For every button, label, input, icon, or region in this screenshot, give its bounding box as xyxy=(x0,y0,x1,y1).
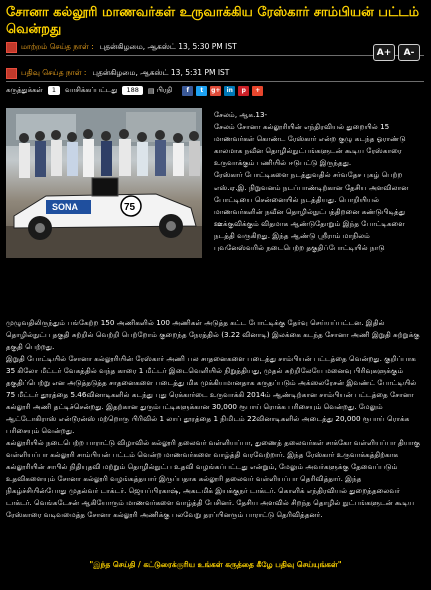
reads-count: 188 xyxy=(122,86,143,95)
article-paragraph: சேலம் சோனா கல்லூரியின் எந்திரவியல் துறைய… xyxy=(214,122,406,168)
google-plus-icon[interactable]: g+ xyxy=(210,85,222,96)
article-stats-bar: கருத்துக்கள் 1 வாசிக்கப்பட்டது 188 ▤ பிர… xyxy=(6,84,424,97)
modified-label: மாற்றம் செய்த நாள் : xyxy=(21,42,94,51)
race-car-team-photo: SONA 75 xyxy=(6,108,202,258)
article-body-full: முழுவதிலிருந்தும் பங்கேற்ற 150 அணிகளில் … xyxy=(6,317,424,521)
print-icon[interactable]: ▤ xyxy=(148,87,155,95)
divider xyxy=(6,81,424,82)
linkedin-icon[interactable]: in xyxy=(224,85,236,96)
dateline: சேலம், ஆக.13- xyxy=(214,110,268,119)
car-brand-label: SONA xyxy=(52,202,79,212)
comments-count: 1 xyxy=(47,86,61,95)
pinterest-icon[interactable]: p xyxy=(238,85,250,96)
comment-prompt[interactable]: "இந்த செய்தி / கட்டுரைக்குரிய உங்கள் கரு… xyxy=(0,560,431,570)
reads-label: வாசிக்கப்பட்டது xyxy=(65,86,118,94)
facebook-icon[interactable]: f xyxy=(182,85,194,96)
share-more-icon[interactable]: + xyxy=(252,85,264,96)
modified-date-row: மாற்றம் செய்த நாள் : புதன்கிழமை, ஆகஸ்ட் … xyxy=(6,40,237,54)
social-share-buttons: f t g+ in p + xyxy=(182,85,264,96)
divider xyxy=(6,55,424,56)
article-paragraph: ரேஸ்கார் போட்டிகளை நடத்துவதில் சர்வதேச ப… xyxy=(214,170,409,253)
article-paragraph: முழுவதிலிருந்தும் பங்கேற்ற 150 அணிகளில் … xyxy=(6,318,420,351)
calendar-icon xyxy=(6,41,17,53)
article-paragraph: இறுதி போட்டியில் சோனா கல்லூரியின் ரேஸ்கா… xyxy=(6,354,417,435)
comments-label[interactable]: கருத்துக்கள் xyxy=(6,86,43,95)
published-value: புதன்கிழமை, ஆகஸ்ட் 13, 5:31 PM IST xyxy=(92,68,230,77)
article-paragraph: கல்லூரியில் நடைபெற்ற பாராட்டு விழாவில் க… xyxy=(6,438,421,519)
car-number-label: 75 xyxy=(124,202,136,213)
font-decrease-button[interactable]: A- xyxy=(398,44,420,61)
calendar-icon xyxy=(6,67,17,79)
published-date-row: பதிவு செய்த நாள் : புதன்கிழமை, ஆகஸ்ட் 13… xyxy=(6,66,229,80)
article-photo: SONA 75 xyxy=(6,108,202,258)
article-headline: சோனா கல்லூரி மாணவர்கள் உருவாக்கிய ரேஸ்கா… xyxy=(6,5,420,37)
twitter-icon[interactable]: t xyxy=(196,85,208,96)
font-increase-button[interactable]: A+ xyxy=(373,44,395,61)
modified-value: புதன்கிழமை, ஆகஸ்ட் 13, 5:30 PM IST xyxy=(99,42,237,51)
article-body-column: சேலம், ஆக.13- சேலம் சோனா கல்லூரியின் எந்… xyxy=(214,109,422,254)
published-label: பதிவு செய்த நாள் : xyxy=(21,68,87,77)
print-label[interactable]: பிரதி xyxy=(157,86,173,95)
